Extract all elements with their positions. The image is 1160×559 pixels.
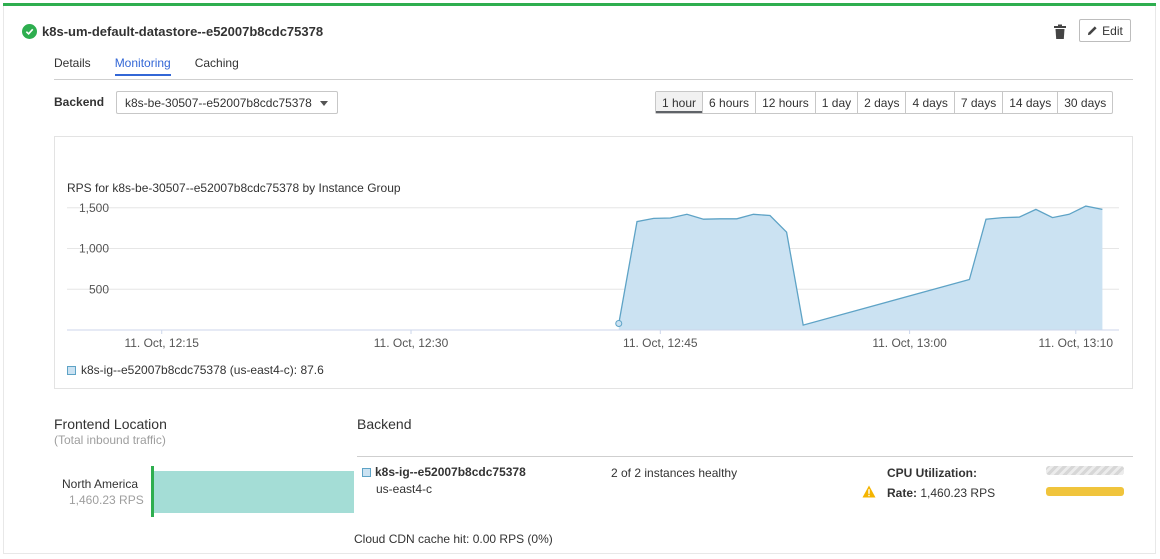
frontend-rps: 1,460.23 RPS <box>69 493 144 507</box>
backend-label: Backend <box>54 95 105 109</box>
warning-icon <box>862 485 876 498</box>
x-tick-label: 11. Oct, 12:30 <box>374 336 449 350</box>
check-circle-icon <box>22 23 37 39</box>
time-range-selector: 1 hour 6 hours 12 hours 1 day 2 days 4 d… <box>655 91 1114 114</box>
rate-text: Rate: 1,460.23 RPS <box>887 486 995 500</box>
edit-button[interactable]: Edit <box>1079 19 1131 42</box>
rps-chart: 500 1,000 1,500 11. Oct, 12:15 11. Oct, 12:3… <box>67 201 1119 350</box>
range-14-days[interactable]: 14 days <box>1002 92 1057 113</box>
backend-divider <box>357 456 1133 457</box>
rate-bar <box>1046 487 1124 496</box>
backend-select[interactable]: k8s-be-30507--e52007b8cdc75378 <box>116 91 338 114</box>
y-tick-label: 1,500 <box>79 201 109 215</box>
range-7-days[interactable]: 7 days <box>953 92 1002 113</box>
frontend-region: North America <box>62 477 139 491</box>
range-30-days[interactable]: 30 days <box>1057 92 1112 113</box>
trash-icon[interactable] <box>1053 24 1067 40</box>
backend-section-title: Backend <box>357 416 412 432</box>
chevron-down-icon <box>320 101 328 106</box>
range-12-hours[interactable]: 12 hours <box>755 92 815 113</box>
instance-group-link[interactable]: k8s-ig--e52007b8cdc75378 <box>362 465 526 479</box>
edit-label: Edit <box>1102 23 1123 38</box>
range-4-days[interactable]: 4 days <box>905 92 953 113</box>
range-2-days[interactable]: 2 days <box>857 92 905 113</box>
x-tick-label: 11. Oct, 12:15 <box>124 336 199 350</box>
y-tick-label: 1,000 <box>79 242 109 256</box>
page-title: k8s-um-default-datastore--e52007b8cdc753… <box>42 23 324 39</box>
x-tick-label: 11. Oct, 13:00 <box>872 336 947 350</box>
frontend-subtitle: (Total inbound traffic) <box>54 433 166 447</box>
chart-title: RPS for k8s-be-30507--e52007b8cdc75378 b… <box>67 181 401 195</box>
pencil-icon <box>1088 26 1097 36</box>
instance-group-icon <box>362 467 371 477</box>
cpu-utilization-label: CPU Utilization: <box>887 466 977 480</box>
tab-details[interactable]: Details <box>54 54 91 76</box>
legend-swatch <box>67 365 76 375</box>
y-tick-label: 500 <box>89 282 109 296</box>
range-1-hour[interactable]: 1 hour <box>656 92 703 113</box>
tab-divider <box>54 79 1133 80</box>
range-6-hours[interactable]: 6 hours <box>702 92 755 113</box>
range-1-day[interactable]: 1 day <box>814 92 857 113</box>
cdn-cache-hit: Cloud CDN cache hit: 0.00 RPS (0%) <box>354 532 553 546</box>
series-area <box>618 206 1103 330</box>
rate-label: Rate: <box>887 486 918 500</box>
tab-monitoring[interactable]: Monitoring <box>114 54 171 76</box>
header: k8s-um-default-datastore--e52007b8cdc753… <box>22 22 323 40</box>
legend-label: k8s-ig--e52007b8cdc75378 (us-east4-c): 8… <box>81 363 324 377</box>
traffic-flow <box>154 471 354 513</box>
backend-select-value: k8s-be-30507--e52007b8cdc75378 <box>125 95 312 110</box>
cpu-utilization-bar <box>1046 466 1124 475</box>
rate-value: 1,460.23 RPS <box>920 486 996 500</box>
instance-group-zone: us-east4-c <box>376 482 433 496</box>
tab-bar: Details Monitoring Caching <box>54 54 263 80</box>
tab-caching[interactable]: Caching <box>195 54 239 76</box>
instance-group-name: k8s-ig--e52007b8cdc75378 <box>375 465 526 479</box>
frontend-title: Frontend Location <box>54 416 167 432</box>
health-status: 2 of 2 instances healthy <box>611 466 738 480</box>
x-tick-label: 11. Oct, 12:45 <box>623 336 698 350</box>
chart-legend[interactable]: k8s-ig--e52007b8cdc75378 (us-east4-c): 8… <box>67 363 324 377</box>
x-tick-label: 11. Oct, 13:10 <box>1039 336 1114 350</box>
series-start-marker <box>615 319 623 327</box>
